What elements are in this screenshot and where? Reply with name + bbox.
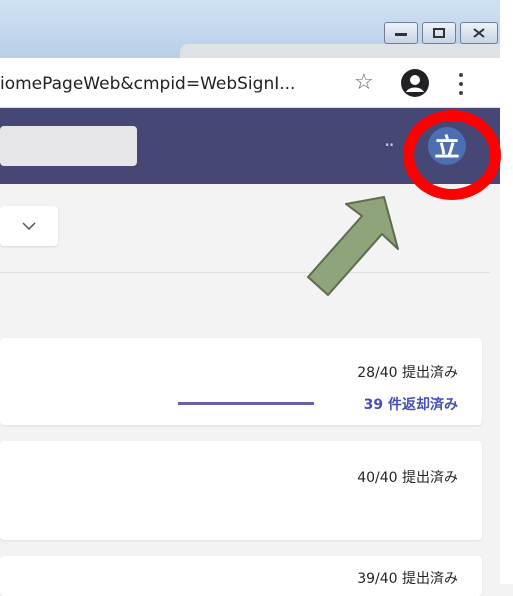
chevron-down-icon: [22, 222, 36, 230]
browser-window: iomePageWeb&cmpid=WebSignI... ☆ ·· 立 28/…: [0, 0, 513, 596]
pointer-arrow-icon: [307, 196, 399, 296]
window-edge: [500, 0, 513, 584]
assignment-card[interactable]: 39/40 提出済み: [0, 556, 482, 596]
section-divider: [0, 272, 490, 273]
tab-strip: [180, 44, 500, 58]
returned-count-link[interactable]: 39 件返却済み: [364, 394, 458, 414]
assignment-card[interactable]: 28/40 提出済み 39 件返却済み: [0, 338, 482, 425]
more-options-icon[interactable]: ··: [384, 133, 395, 157]
highlight-circle: [403, 110, 501, 200]
assignment-card[interactable]: 40/40 提出済み: [0, 441, 482, 540]
maximize-icon: [433, 28, 445, 38]
close-icon: [473, 28, 485, 38]
maximize-button[interactable]: [422, 22, 456, 44]
title-bar: [0, 0, 513, 58]
bookmark-star-icon[interactable]: ☆: [354, 70, 374, 95]
search-input[interactable]: [0, 126, 137, 166]
submitted-count: 39/40 提出済み: [357, 571, 458, 587]
submitted-count: 28/40 提出済み: [357, 365, 458, 381]
submitted-count: 40/40 提出済み: [357, 470, 458, 486]
minimize-icon: [395, 33, 407, 36]
minimize-button[interactable]: [384, 22, 418, 44]
returned-progress-bar: [178, 402, 314, 405]
browser-toolbar: iomePageWeb&cmpid=WebSignI... ☆: [0, 58, 500, 108]
browser-menu-icon[interactable]: [458, 71, 464, 95]
account-icon[interactable]: [401, 69, 429, 97]
window-controls: [384, 22, 498, 44]
filter-dropdown[interactable]: [0, 206, 58, 246]
close-button[interactable]: [460, 22, 498, 44]
address-bar-url[interactable]: iomePageWeb&cmpid=WebSignI...: [0, 74, 295, 94]
